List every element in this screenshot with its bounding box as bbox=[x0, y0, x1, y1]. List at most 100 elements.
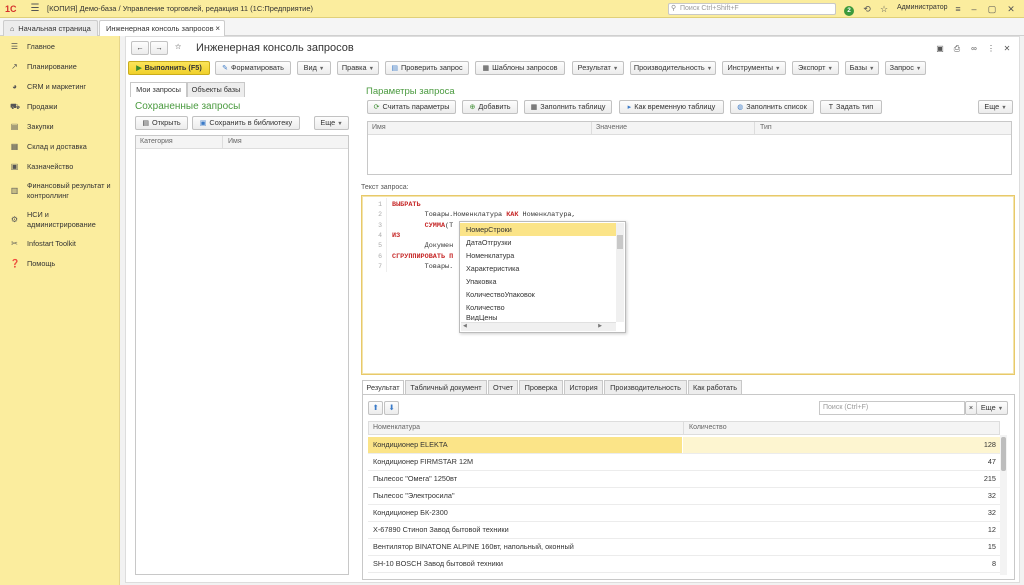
close-tab-icon[interactable]: × bbox=[215, 21, 220, 36]
table-row[interactable]: Кондиционер ELEKTA 128 bbox=[368, 437, 1000, 454]
wallet-icon: ▣ bbox=[10, 162, 19, 171]
autocomplete-item[interactable]: КоличествоУпаковок bbox=[460, 288, 616, 301]
col-param-type[interactable]: Тип bbox=[760, 122, 772, 134]
results-more-button[interactable]: Еще ▼ bbox=[976, 401, 1008, 415]
autocomplete-item[interactable]: Упаковка bbox=[460, 275, 616, 288]
temp-table-icon: ▸ bbox=[627, 104, 632, 111]
print-icon[interactable]: ⎙ bbox=[951, 43, 963, 55]
autocomplete-item[interactable]: НомерСтроки bbox=[460, 223, 616, 236]
table-row[interactable]: Кондиционер БК-2300 32 bbox=[368, 505, 1000, 522]
col-item[interactable]: Номенклатура bbox=[373, 422, 420, 434]
autocomplete-scrollbar[interactable] bbox=[616, 223, 624, 322]
col-category[interactable]: Категория bbox=[140, 136, 173, 148]
scroll-right-icon[interactable]: ▶ bbox=[598, 323, 602, 329]
saved-queries-table[interactable]: Категория Имя bbox=[135, 135, 349, 575]
tab-report[interactable]: Отчет bbox=[488, 380, 518, 395]
set-type-button[interactable]: T Задать тип bbox=[820, 100, 882, 114]
maximize-icon[interactable]: ▢ bbox=[986, 3, 998, 15]
sidebar: ☰ Главное ↗ Планирование ◕ CRM и маркетинг … bbox=[0, 36, 120, 585]
view-menu[interactable]: Вид ▼ bbox=[297, 61, 331, 75]
col-qty[interactable]: Количество bbox=[689, 422, 727, 434]
autocomplete-item[interactable]: ВидЦены bbox=[460, 314, 616, 321]
results-scroll-thumb[interactable] bbox=[1001, 437, 1006, 471]
bases-menu[interactable]: Базы ▼ bbox=[845, 61, 879, 75]
notifications-icon[interactable]: 2 bbox=[843, 3, 855, 16]
basket-icon: ▤ bbox=[10, 122, 19, 131]
saved-queries-heading: Сохраненные запросы bbox=[135, 101, 241, 112]
move-down-button[interactable]: ⬇ bbox=[384, 401, 399, 415]
result-menu[interactable]: Результат ▼ bbox=[572, 61, 624, 75]
tab-performance[interactable]: Производительность bbox=[604, 380, 687, 395]
params-more-button[interactable]: Еще ▼ bbox=[978, 100, 1013, 114]
results-scrollbar[interactable] bbox=[1000, 435, 1007, 575]
home-icon: ⌂ bbox=[10, 26, 15, 33]
tab-check[interactable]: Проверка bbox=[519, 380, 563, 395]
close-form-icon[interactable]: ✕ bbox=[1001, 43, 1013, 55]
autocomplete-popup[interactable]: НомерСтроки ДатаОтгрузки Номенклатура Ха… bbox=[459, 221, 626, 333]
check-query-button[interactable]: ▤ Проверить запрос bbox=[385, 61, 469, 75]
tab-my-queries[interactable]: Мои запросы bbox=[130, 82, 187, 97]
tab-home[interactable]: ⌂ Начальная страница bbox=[3, 20, 98, 36]
add-param-button[interactable]: ⊕ Добавить bbox=[462, 100, 518, 114]
run-button[interactable]: ▶ Выполнить (F5) bbox=[128, 61, 210, 75]
tab-base-objects[interactable]: Объекты базы bbox=[187, 82, 245, 97]
menu-icon[interactable]: ☰ bbox=[27, 3, 43, 14]
table-row[interactable]: Пылесос "Электросила" 32 bbox=[368, 488, 1000, 505]
cart-icon: ⛟ bbox=[10, 102, 21, 111]
more-options-icon[interactable]: ⋮ bbox=[985, 43, 997, 55]
move-up-button[interactable]: ⬆ bbox=[368, 401, 383, 415]
performance-menu[interactable]: Производительность ▼ bbox=[630, 61, 716, 75]
save-icon[interactable]: ▣ bbox=[934, 43, 946, 55]
tools-menu[interactable]: Инструменты ▼ bbox=[722, 61, 786, 75]
scroll-left-icon[interactable]: ◀ bbox=[463, 323, 467, 329]
table-row[interactable]: SH-10 BOSCH Завод бытовой техники 8 bbox=[368, 556, 1000, 573]
save-to-library-button[interactable]: ▣ Сохранить в библиотеку bbox=[192, 116, 300, 130]
tab-result[interactable]: Результат bbox=[362, 380, 404, 395]
autocomplete-item[interactable]: Количество bbox=[460, 301, 616, 314]
autocomplete-hscrollbar[interactable]: ◀ ▶ bbox=[461, 322, 616, 331]
edit-menu[interactable]: Правка ▼ bbox=[337, 61, 379, 75]
fill-list-button[interactable]: ◍ Заполнить список bbox=[730, 100, 814, 114]
read-params-button[interactable]: ⟳ Считать параметры bbox=[367, 100, 456, 114]
tab-query-console[interactable]: Инженерная консоль запросов × bbox=[99, 20, 225, 36]
col-param-name[interactable]: Имя bbox=[372, 122, 386, 134]
current-user[interactable]: Администратор bbox=[897, 4, 948, 11]
autocomplete-item[interactable]: Номенклатура bbox=[460, 249, 616, 262]
tab-history[interactable]: История bbox=[564, 380, 603, 395]
as-temp-table-button[interactable]: ▸ Как временную таблицу bbox=[619, 100, 724, 114]
col-param-value[interactable]: Значение bbox=[596, 122, 627, 134]
settings-icon[interactable]: ≡ bbox=[952, 3, 964, 15]
format-icon: ✎ bbox=[222, 65, 228, 72]
history-icon[interactable]: ⟲ bbox=[861, 3, 873, 15]
left-more-button[interactable]: Еще ▼ bbox=[314, 116, 349, 130]
params-table[interactable]: Имя Значение Тип bbox=[367, 121, 1012, 175]
table-row[interactable]: Х-67890 Стиноп Завод бытовой техники 12 bbox=[368, 522, 1000, 539]
crm-icon: ◕ bbox=[12, 82, 17, 91]
favorite-star-button[interactable]: ☆ bbox=[171, 41, 185, 55]
query-menu[interactable]: Запрос ▼ bbox=[885, 61, 926, 75]
open-button[interactable]: ▤ Открыть bbox=[135, 116, 188, 130]
close-icon[interactable]: ✕ bbox=[1005, 3, 1017, 15]
fill-table-button[interactable]: ▦ Заполнить таблицу bbox=[524, 100, 612, 114]
export-menu[interactable]: Экспорт ▼ bbox=[792, 61, 839, 75]
global-search-input[interactable]: ⚲ Поиск Ctrl+Shift+F bbox=[668, 3, 836, 15]
result-search-input[interactable]: Поиск (Ctrl+F) bbox=[819, 401, 965, 415]
autocomplete-item[interactable]: Характеристика bbox=[460, 262, 616, 275]
tab-table-document[interactable]: Табличный документ bbox=[405, 380, 487, 395]
sidebar-item-admin[interactable]: ⚙ НСИ и администрирование bbox=[0, 210, 120, 230]
tab-how-to[interactable]: Как работать bbox=[688, 380, 742, 395]
forward-button[interactable]: → bbox=[150, 41, 168, 55]
table-row[interactable]: Пылесос "Омега" 1250вт 215 bbox=[368, 471, 1000, 488]
favorites-icon[interactable]: ☆ bbox=[878, 3, 890, 15]
sidebar-item-finance[interactable]: ▥ Финансовый результат и контроллинг bbox=[0, 181, 120, 201]
table-row[interactable]: Кондиционер FIRMSTAR 12M 47 bbox=[368, 454, 1000, 471]
app-logo: 1С bbox=[5, 3, 17, 14]
autocomplete-item[interactable]: ДатаОтгрузки bbox=[460, 236, 616, 249]
minimize-icon[interactable]: – bbox=[968, 3, 980, 15]
link-icon[interactable]: ∞ bbox=[968, 43, 980, 55]
query-templates-button[interactable]: ▦ Шаблоны запросов bbox=[475, 61, 565, 75]
col-name[interactable]: Имя bbox=[228, 136, 242, 148]
table-row[interactable]: Вентилятор BINATONE ALPINE 160вт, наполь… bbox=[368, 539, 1000, 556]
format-button[interactable]: ✎ Форматировать bbox=[215, 61, 291, 75]
back-button[interactable]: ← bbox=[131, 41, 149, 55]
